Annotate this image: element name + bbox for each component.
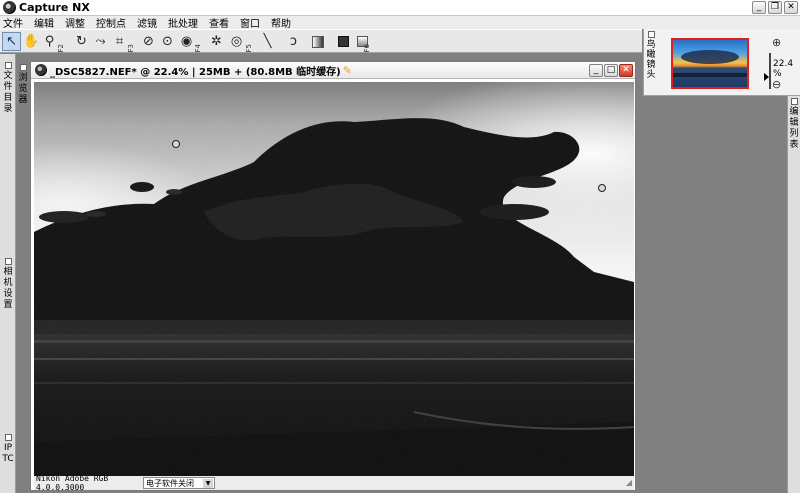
app-title: Capture NX <box>19 1 90 14</box>
toolbar-group-f4[interactable]: F4 <box>194 32 202 52</box>
minimize-button[interactable]: _ <box>752 1 766 14</box>
photo-image <box>34 82 634 476</box>
menu-control-points[interactable]: 控制点 <box>96 15 126 30</box>
image-window-title: _DSC5827.NEF* @ 22.4% | 25MB + (80.8MB 临… <box>50 66 341 78</box>
image-window-controls: _ □ ✕ <box>589 64 633 77</box>
capture-nx-logo-icon <box>3 1 16 14</box>
image-minimize-button[interactable]: _ <box>589 64 603 77</box>
zoom-control: ⊕ 22.4 % ⊖ <box>764 37 800 92</box>
browser-tab-label: 浏览器 <box>17 64 29 106</box>
app-titlebar: Capture NX _ ❐ ✕ <box>0 0 800 16</box>
image-window: _DSC5827.NEF* @ 22.4% | 25MB + (80.8MB 临… <box>30 61 636 492</box>
file-directory-tab[interactable]: 文件目录 <box>2 62 14 115</box>
iptc-tab[interactable]: IPTC <box>2 434 14 465</box>
hand-tool-icon[interactable]: ✋ <box>22 32 41 51</box>
toolbar: ↖ ✋ ⚲ F2 ↻ ⤳ ⌗ F3 ⊘ ⊙ ◉ F4 ✲ ◎ F5 ╲ ↄ F6 <box>0 29 642 53</box>
left-dock: 文件目录 相机设置 IPTC <box>0 54 16 493</box>
zoom-out-icon[interactable]: ⊖ <box>772 79 784 91</box>
panel-toggle-icon <box>4 258 12 265</box>
right-dock: 编辑列表 <box>787 96 800 493</box>
image-close-button[interactable]: ✕ <box>619 64 633 77</box>
toolbar-group-f5[interactable]: F5 <box>245 32 253 52</box>
menu-view[interactable]: 查看 <box>209 15 229 30</box>
restore-button[interactable]: ❐ <box>768 1 782 14</box>
zoom-slider-handle[interactable] <box>764 73 769 81</box>
image-maximize-button[interactable]: □ <box>604 64 618 77</box>
softproof-value: 电子软件关闭 <box>146 478 194 488</box>
toolbar-group-f2[interactable]: F2 <box>57 32 65 52</box>
edit-pencil-icon: ✎ <box>342 63 352 77</box>
edit-list-tab[interactable]: 编辑列表 <box>788 98 800 151</box>
resize-grip-icon[interactable]: ◢ <box>626 478 632 487</box>
navigator-tab[interactable]: 鸟瞰镜头 <box>646 31 656 80</box>
fill-tool-icon[interactable] <box>334 32 353 51</box>
panel-toggle-icon <box>4 62 12 69</box>
direct-select-tool-icon[interactable]: ↖ <box>2 32 21 51</box>
lasso-tool-icon[interactable]: ↄ <box>284 32 303 51</box>
image-window-titlebar[interactable]: _DSC5827.NEF* @ 22.4% | 25MB + (80.8MB 临… <box>31 62 635 79</box>
menu-file[interactable]: 文件 <box>3 15 23 30</box>
thumbnail-land <box>673 73 747 77</box>
menu-filter[interactable]: 滤镜 <box>137 15 157 30</box>
auto-retouch-tool-icon[interactable]: ◎ <box>227 32 246 51</box>
camera-settings-tab[interactable]: 相机设置 <box>2 258 14 311</box>
dropdown-arrow-icon: ▼ <box>203 479 213 488</box>
toolbar-group-f6[interactable]: F6 <box>363 32 371 52</box>
document-icon <box>35 64 47 76</box>
navigator-panel: 鸟瞰镜头 ⊕ 22.4 % ⊖ <box>643 29 800 96</box>
menu-batch[interactable]: 批处理 <box>168 15 198 30</box>
black-point-tool-icon[interactable]: ⊘ <box>139 32 158 51</box>
menu-edit[interactable]: 编辑 <box>34 15 54 30</box>
image-canvas[interactable] <box>34 82 634 476</box>
menu-adjust[interactable]: 调整 <box>65 15 85 30</box>
zoom-in-icon[interactable]: ⊕ <box>772 37 784 49</box>
browser-tab[interactable]: 浏览器 <box>17 54 29 105</box>
navigator-thumbnail[interactable] <box>671 38 749 89</box>
gradient-tool-icon[interactable] <box>308 32 327 51</box>
zoom-value: 22.4 % <box>773 59 794 79</box>
red-eye-tool-icon[interactable]: ✲ <box>207 32 226 51</box>
white-point-tool-icon[interactable]: ⊙ <box>158 32 177 51</box>
app-window-controls: _ ❐ ✕ <box>752 1 798 14</box>
image-status-bar: Nikon Adobe RGB 4.0.0.3000 电子软件关闭 ▼ ◢ <box>34 474 634 492</box>
thumbnail-cloud <box>681 50 739 64</box>
rotate-tool-icon[interactable]: ↻ <box>72 32 91 51</box>
panel-toggle-icon <box>647 31 655 38</box>
brush-tool-icon[interactable]: ╲ <box>258 32 277 51</box>
menu-bar: 文件 编辑 调整 控制点 滤镜 批处理 查看 窗口 帮助 <box>0 15 800 30</box>
straighten-tool-icon[interactable]: ⤳ <box>91 32 110 51</box>
close-button[interactable]: ✕ <box>784 1 798 14</box>
toolbar-group-f3[interactable]: F3 <box>127 32 135 52</box>
menu-help[interactable]: 帮助 <box>271 15 291 30</box>
panel-toggle-icon <box>790 98 798 105</box>
panel-toggle-icon <box>4 434 12 441</box>
menu-window[interactable]: 窗口 <box>240 15 260 30</box>
softproof-select[interactable]: 电子软件关闭 ▼ <box>143 477 215 489</box>
panel-toggle-icon <box>19 64 27 71</box>
zoom-slider[interactable] <box>764 53 771 89</box>
color-profile-label: Nikon Adobe RGB 4.0.0.3000 <box>36 474 109 492</box>
